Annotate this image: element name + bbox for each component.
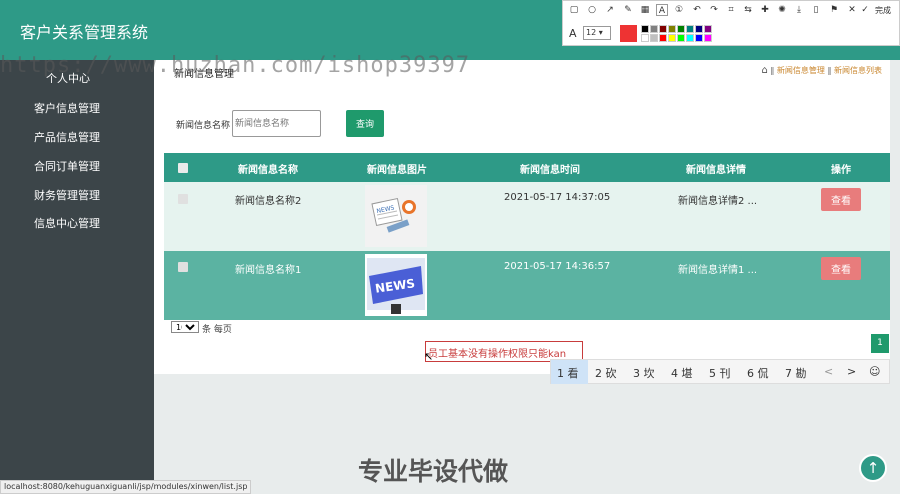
sidebar-item-info-center[interactable]: 信息中心管理 — [34, 215, 100, 231]
text-cursor-icon: ↖ — [424, 350, 434, 363]
news-thumbnail[interactable]: NEWS — [365, 185, 427, 247]
current-color-swatch[interactable] — [620, 25, 637, 42]
table-row: 新闻信息名称2 NEWS 2021-05-17 14:37:05 新闻信息详情2… — [164, 182, 890, 251]
ime-emoji-icon[interactable]: ☺ — [869, 365, 880, 378]
color-swatch[interactable] — [704, 34, 712, 42]
news-thumbnail[interactable]: NEWS — [365, 254, 427, 316]
rectangle-tool-icon[interactable]: ▢ — [568, 4, 580, 16]
news-name: 新闻信息名称2 — [235, 196, 302, 207]
color-swatch[interactable] — [650, 34, 658, 42]
ime-candidate[interactable]: 7 勘 — [785, 365, 807, 381]
column-header: 新闻信息图片 — [367, 165, 427, 176]
search-label: 新闻信息名称 — [176, 121, 231, 131]
column-header: 操作 — [831, 165, 851, 176]
color-swatch[interactable] — [695, 34, 703, 42]
column-header: 新闻信息详情 — [686, 165, 746, 176]
color-swatch[interactable] — [695, 25, 703, 33]
mosaic-tool-icon[interactable]: ▦ — [639, 4, 651, 16]
color-swatch[interactable] — [650, 25, 658, 33]
ime-candidate[interactable]: 3 坎 — [633, 365, 655, 381]
color-swatch[interactable] — [668, 34, 676, 42]
ellipse-tool-icon[interactable]: ○ — [586, 4, 598, 16]
page-number-current[interactable]: 1 — [871, 334, 889, 353]
redo-icon[interactable]: ↷ — [708, 4, 720, 16]
bookmark-icon[interactable]: ⚑ — [828, 4, 840, 16]
close-icon[interactable]: ✕ — [846, 4, 858, 16]
breadcrumb-item[interactable]: 新闻信息管理 — [777, 66, 825, 75]
color-picker-icon[interactable]: ✺ — [776, 4, 788, 16]
color-swatch[interactable] — [704, 25, 712, 33]
pin-icon[interactable]: ✚ — [759, 4, 771, 16]
table-row: 新闻信息名称1 NEWS 2021-05-17 14:36:57 新闻信息详情1… — [164, 251, 890, 320]
color-swatch[interactable] — [641, 34, 649, 42]
breadcrumb: ⌂ ‖ 新闻信息管理 ‖ 新闻信息列表 — [761, 65, 882, 76]
promo-text: 专业毕设代做 — [358, 457, 509, 486]
ime-candidate[interactable]: 6 侃 — [747, 365, 769, 381]
arrow-tool-icon[interactable]: ↗ — [604, 4, 616, 16]
text-tool-icon[interactable]: A — [656, 4, 668, 16]
page-size-select[interactable]: 10 — [171, 321, 199, 333]
color-swatch[interactable] — [677, 34, 685, 42]
breadcrumb-item[interactable]: 新闻信息列表 — [834, 66, 882, 75]
color-swatch[interactable] — [668, 25, 676, 33]
font-size-select[interactable]: 12 ▾ — [583, 26, 611, 40]
ime-candidate[interactable]: 1 看 — [557, 365, 579, 381]
font-tool-label: A — [569, 27, 577, 40]
pen-tool-icon[interactable]: ✎ — [622, 4, 634, 16]
scroll-to-top-icon[interactable]: ↑ — [859, 454, 887, 482]
select-all-checkbox[interactable] — [178, 163, 188, 173]
number-tool-icon[interactable]: ① — [673, 4, 685, 16]
color-swatch[interactable] — [686, 34, 694, 42]
column-header: 新闻信息名称 — [238, 165, 298, 176]
download-icon[interactable]: ⤓ — [793, 4, 805, 16]
screenshot-toolbar: ▢ ○ ↗ ✎ ▦ A ① ↶ ↷ ⌗ ⇆ ✚ ✺ ⤓ ▯ ⚑ ✕ ✓ 完成 A… — [562, 0, 900, 46]
page-size-label: 条 每页 — [202, 325, 232, 335]
table-header: 新闻信息名称 新闻信息图片 新闻信息时间 新闻信息详情 操作 — [164, 153, 890, 182]
color-swatch[interactable] — [677, 25, 685, 33]
row-checkbox[interactable] — [178, 194, 188, 204]
ime-candidate[interactable]: 2 砍 — [595, 365, 617, 381]
sidebar-item-customers[interactable]: 客户信息管理 — [34, 100, 100, 116]
color-swatch[interactable] — [686, 25, 694, 33]
status-bar-url: localhost:8080/kehuguanxiguanli/jsp/modu… — [0, 480, 252, 494]
ime-candidate[interactable]: 4 堪 — [671, 365, 693, 381]
news-name: 新闻信息名称1 — [235, 265, 302, 276]
news-time: 2021-05-17 14:36:57 — [504, 261, 611, 272]
sidebar-item-finance[interactable]: 财务管理管理 — [34, 187, 100, 203]
color-swatch[interactable] — [641, 25, 649, 33]
undo-icon[interactable]: ↶ — [691, 4, 703, 16]
color-swatch[interactable] — [659, 34, 667, 42]
done-button[interactable]: 完成 — [875, 5, 891, 16]
ime-next-icon[interactable]: > — [847, 365, 856, 378]
search-input[interactable] — [232, 110, 321, 137]
ime-prev-icon[interactable]: < — [824, 365, 833, 378]
watermark-text: https://www.huzhan.com/ishop39397 — [0, 53, 471, 78]
view-button[interactable]: 查看 — [821, 188, 861, 211]
app-title: 客户关系管理系统 — [20, 23, 149, 42]
translate-icon[interactable]: ⇆ — [742, 4, 754, 16]
news-time: 2021-05-17 14:37:05 — [504, 192, 611, 203]
column-header: 新闻信息时间 — [520, 165, 580, 176]
view-button[interactable]: 查看 — [821, 257, 861, 280]
row-checkbox[interactable] — [178, 262, 188, 272]
home-icon[interactable]: ⌂ — [761, 65, 767, 76]
sidebar-item-products[interactable]: 产品信息管理 — [34, 129, 100, 145]
search-button[interactable]: 查询 — [346, 110, 384, 137]
check-icon[interactable]: ✓ — [859, 4, 871, 16]
news-detail: 新闻信息详情1 ... — [678, 265, 758, 276]
news-detail: 新闻信息详情2 ... — [678, 196, 758, 207]
sidebar: 个人中心 客户信息管理 产品信息管理 合同订单管理 财务管理管理 信息中心管理 — [0, 60, 154, 494]
ime-candidate-bar: 1 看 2 砍 3 坎 4 堪 5 刊 6 侃 7 勘 < > ☺ — [550, 359, 890, 384]
save-icon[interactable]: ▯ — [810, 4, 822, 16]
sidebar-item-orders[interactable]: 合同订单管理 — [34, 158, 100, 174]
ocr-icon[interactable]: ⌗ — [725, 4, 737, 16]
ime-candidate[interactable]: 5 刊 — [709, 365, 731, 381]
color-swatch[interactable] — [659, 25, 667, 33]
